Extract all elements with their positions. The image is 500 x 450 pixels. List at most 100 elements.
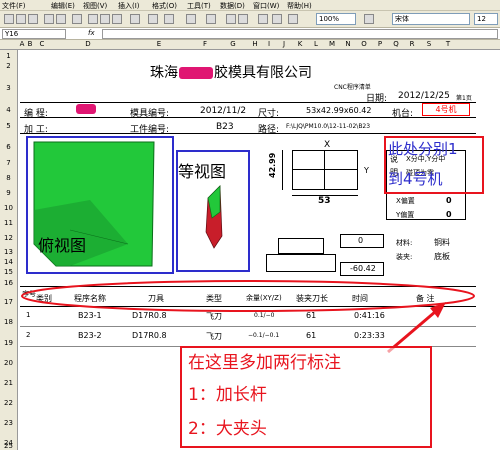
col-header[interactable]: M xyxy=(324,40,340,48)
row-header[interactable]: 22 xyxy=(0,399,17,407)
cell-type[interactable]: 飞刀 xyxy=(206,331,222,342)
col-header[interactable]: F xyxy=(192,40,218,48)
zoom-select[interactable]: 100% xyxy=(316,13,356,25)
drawing-icon[interactable] xyxy=(272,14,282,24)
menu-edit[interactable]: 编辑(E) xyxy=(51,1,75,11)
menu-format[interactable]: 格式(O) xyxy=(152,1,177,11)
menu-insert[interactable]: 插入(I) xyxy=(118,1,140,11)
formula-bar: Y16 fx xyxy=(0,28,500,40)
name-box[interactable]: Y16 xyxy=(2,29,66,39)
dim-center-h xyxy=(292,169,358,170)
col-header[interactable]: P xyxy=(372,40,388,48)
row-header[interactable]: 6 xyxy=(0,143,17,151)
chart-icon[interactable] xyxy=(258,14,268,24)
cell-allowance[interactable]: −0.1/−0.1 xyxy=(248,332,279,339)
print-icon[interactable] xyxy=(44,14,54,24)
dim-x-label: X xyxy=(324,140,331,150)
cell-tool-length[interactable]: 61 xyxy=(306,331,316,340)
col-header[interactable]: T xyxy=(438,40,458,48)
format-painter-icon[interactable] xyxy=(130,14,140,24)
dim-height: 42.99 xyxy=(268,152,277,178)
row-header[interactable]: 23 xyxy=(0,419,17,427)
row-header[interactable]: 11 xyxy=(0,219,17,227)
col-header[interactable]: A xyxy=(18,40,26,48)
help-icon[interactable] xyxy=(364,14,374,24)
x-offset-label: X偏置 xyxy=(396,197,415,205)
row-header[interactable]: 13 xyxy=(0,248,17,256)
col-header[interactable]: G xyxy=(218,40,248,48)
col-header[interactable]: K xyxy=(292,40,308,48)
col-header[interactable]: O xyxy=(356,40,372,48)
row-header[interactable]: 21 xyxy=(0,379,17,387)
big-note-2: 1：加长杆 xyxy=(188,385,267,405)
spell-icon[interactable] xyxy=(72,14,82,24)
menu-data[interactable]: 数据(D) xyxy=(220,1,245,11)
preview-icon[interactable] xyxy=(56,14,66,24)
company-title: 珠海 胶模具有限公司 xyxy=(150,62,312,82)
row-header[interactable]: 7 xyxy=(0,159,17,167)
material-value: 铜料 xyxy=(434,238,450,247)
col-header[interactable]: L xyxy=(308,40,324,48)
col-header[interactable]: Q xyxy=(388,40,404,48)
copy-icon[interactable] xyxy=(100,14,110,24)
machine-label: 机台: xyxy=(392,109,414,119)
col-header[interactable]: C xyxy=(34,40,50,48)
col-header[interactable]: B xyxy=(26,40,34,48)
new-icon[interactable] xyxy=(4,14,14,24)
row-header[interactable]: 8 xyxy=(0,174,17,182)
programmer-redacted xyxy=(76,104,96,114)
sort-desc-icon[interactable] xyxy=(238,14,248,24)
insert-icon[interactable] xyxy=(288,14,298,24)
open-icon[interactable] xyxy=(16,14,26,24)
col-header[interactable]: R xyxy=(404,40,420,48)
menu-window[interactable]: 窗口(W) xyxy=(253,1,279,11)
row-header[interactable]: 19 xyxy=(0,339,17,347)
autosum-icon[interactable] xyxy=(206,14,216,24)
col-header[interactable]: S xyxy=(420,40,438,48)
toolbar: 100% 宋体 12 xyxy=(0,11,500,28)
cell-index[interactable]: 2 xyxy=(26,331,30,339)
redo-icon[interactable] xyxy=(164,14,174,24)
menu-help[interactable]: 帮助(H) xyxy=(287,1,312,11)
cell-program[interactable]: B23-2 xyxy=(78,331,102,340)
row-header[interactable]: 10 xyxy=(0,204,17,212)
row-header[interactable]: 14 xyxy=(0,258,17,266)
save-icon[interactable] xyxy=(28,14,38,24)
info-border-top xyxy=(20,102,476,103)
row-header[interactable]: 4 xyxy=(0,106,17,114)
row-header[interactable]: 16 xyxy=(0,279,17,287)
cell-tool[interactable]: D17R0.8 xyxy=(132,331,167,340)
formula-input[interactable] xyxy=(102,29,498,39)
menu-view[interactable]: 视图(V) xyxy=(83,1,107,11)
col-header[interactable]: I xyxy=(262,40,276,48)
z-top-block xyxy=(278,238,324,254)
font-size-select[interactable]: 12 xyxy=(474,13,498,25)
row-header[interactable]: 15 xyxy=(0,268,17,276)
sort-asc-icon[interactable] xyxy=(226,14,236,24)
row-header[interactable]: 25 xyxy=(0,442,17,450)
size-value: 53x42.99x60.42 xyxy=(306,106,372,115)
menu-file[interactable]: 文件(F) xyxy=(2,1,26,11)
col-header[interactable]: H xyxy=(248,40,262,48)
row-header[interactable]: 18 xyxy=(0,318,17,326)
row-header[interactable]: 17 xyxy=(0,298,17,306)
col-header[interactable]: D xyxy=(50,40,126,48)
row-header[interactable]: 12 xyxy=(0,234,17,242)
machine-value[interactable]: 4号机 xyxy=(422,103,470,116)
col-header[interactable]: N xyxy=(340,40,356,48)
cut-icon[interactable] xyxy=(88,14,98,24)
dim-y-label: Y xyxy=(364,166,369,175)
font-select[interactable]: 宋体 xyxy=(392,13,470,25)
hyperlink-icon[interactable] xyxy=(186,14,196,24)
row-header[interactable]: 5 xyxy=(0,122,17,130)
col-header[interactable]: E xyxy=(126,40,192,48)
paste-icon[interactable] xyxy=(112,14,122,24)
undo-icon[interactable] xyxy=(148,14,158,24)
row-header[interactable]: 9 xyxy=(0,189,17,197)
row-header[interactable]: 1 xyxy=(0,52,17,60)
row-header[interactable]: 3 xyxy=(0,84,17,92)
row-header[interactable]: 20 xyxy=(0,359,17,367)
menu-tools[interactable]: 工具(T) xyxy=(187,1,211,11)
row-header[interactable]: 2 xyxy=(0,62,17,70)
col-header[interactable]: J xyxy=(276,40,292,48)
